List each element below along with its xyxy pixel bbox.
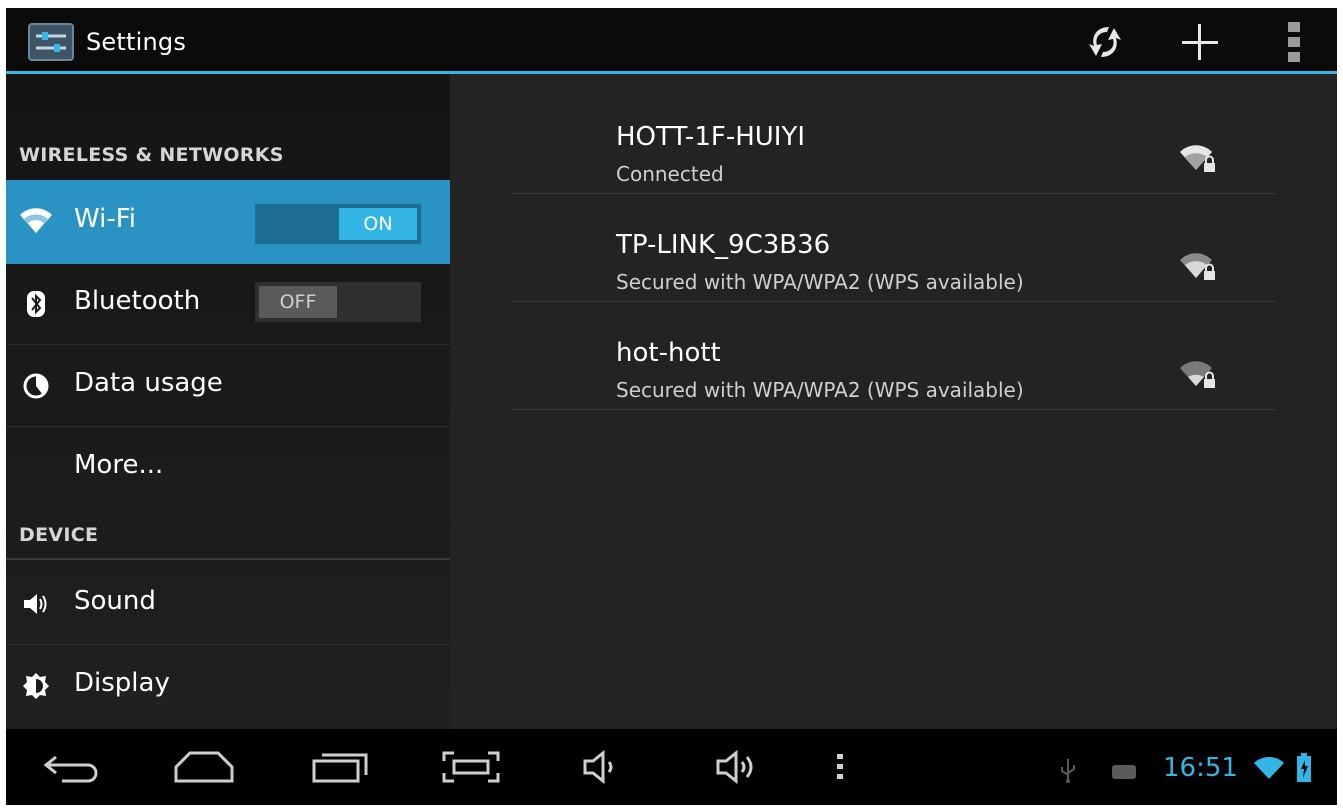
network-status: Secured with WPA/WPA2 (WPS available) (616, 378, 1024, 402)
recent-apps-icon (312, 753, 368, 783)
wifi-status-icon (1254, 757, 1284, 779)
sidebar-item-display[interactable]: Display (6, 646, 450, 726)
android-debug-icon (1112, 765, 1136, 779)
wps-refresh-icon (1089, 27, 1121, 57)
sidebar-item-label: More... (74, 450, 164, 480)
wifi-toggle[interactable]: ON (255, 204, 421, 244)
volume-up-icon (716, 749, 753, 785)
sidebar-item-more[interactable]: More... (6, 428, 450, 508)
overflow-menu-button[interactable] (1274, 18, 1314, 66)
back-button[interactable] (40, 743, 104, 791)
menu-dots-icon (837, 754, 843, 779)
battery-icon (1297, 753, 1311, 782)
back-icon (43, 755, 98, 783)
network-item[interactable]: hot-hott Secured with WPA/WPA2 (WPS avai… (512, 302, 1276, 410)
network-item[interactable]: HOTT-1F-HUIYI Connected (512, 86, 1276, 194)
volume-down-icon (583, 749, 613, 785)
screenshot-icon (442, 751, 500, 783)
network-item[interactable]: TP-LINK_9C3B36 Secured with WPA/WPA2 (WP… (512, 194, 1276, 302)
wifi-lock-icon (1180, 253, 1215, 280)
section-divider (6, 558, 450, 560)
screenshot-button[interactable] (438, 743, 504, 791)
wifi-lock-icon (1180, 145, 1215, 172)
wifi-toggle-state: ON (339, 208, 417, 240)
settings-sidebar: WIRELESS & NETWORKS Wi-Fi ON Bluetooth O… (6, 74, 450, 729)
sidebar-item-sound[interactable]: Sound (6, 564, 450, 644)
network-divider (512, 409, 1276, 410)
speaker-icon (20, 588, 52, 620)
wifi-icon (20, 204, 52, 236)
recent-apps-button[interactable] (306, 743, 372, 791)
sidebar-item-label: Wi-Fi (74, 204, 137, 234)
volume-down-button[interactable] (576, 743, 628, 791)
data-usage-icon (20, 370, 52, 402)
page-title: Settings (86, 28, 187, 56)
volume-up-button[interactable] (710, 743, 766, 791)
network-ssid: hot-hott (616, 338, 721, 368)
menu-button[interactable] (828, 743, 852, 791)
brightness-icon (20, 670, 52, 702)
add-network-button[interactable] (1176, 18, 1224, 66)
overflow-menu-icon (1288, 22, 1300, 62)
sidebar-item-data-usage[interactable]: Data usage (6, 346, 450, 426)
sidebar-item-label: Bluetooth (74, 286, 201, 316)
status-clock: 16:51 (1163, 753, 1238, 783)
action-bar: Settings (6, 8, 1337, 74)
bluetooth-toggle[interactable]: OFF (255, 282, 421, 322)
section-header-wireless: WIRELESS & NETWORKS (19, 144, 284, 166)
divider (6, 344, 450, 345)
bluetooth-icon (20, 288, 52, 320)
system-nav-bar: 16:51 (6, 729, 1337, 805)
network-ssid: HOTT-1F-HUIYI (616, 122, 805, 152)
network-ssid: TP-LINK_9C3B36 (616, 230, 831, 260)
network-status: Connected (616, 162, 724, 186)
usb-icon (1061, 759, 1075, 783)
network-status: Secured with WPA/WPA2 (WPS available) (616, 270, 1024, 294)
divider (6, 426, 450, 427)
wifi-lock-icon (1180, 361, 1215, 388)
sidebar-item-label: Display (74, 668, 170, 698)
home-icon (174, 751, 234, 783)
divider (6, 644, 450, 645)
add-network-icon (1182, 24, 1218, 60)
device-screen: Settings WIRELESS & NETWORKS Wi-Fi ON Bl… (6, 8, 1337, 805)
sidebar-item-wifi[interactable]: Wi-Fi ON (6, 180, 450, 264)
wifi-network-list: HOTT-1F-HUIYI Connected TP-LINK_9C3B36 S… (450, 74, 1337, 729)
settings-app-icon (28, 23, 74, 61)
bluetooth-toggle-state: OFF (259, 286, 337, 318)
sidebar-item-bluetooth[interactable]: Bluetooth OFF (6, 264, 450, 344)
sidebar-item-label: Sound (74, 586, 156, 616)
wps-refresh-button[interactable] (1081, 18, 1129, 66)
home-button[interactable] (170, 743, 238, 791)
sidebar-item-label: Data usage (74, 368, 223, 398)
section-header-device: DEVICE (19, 524, 99, 546)
